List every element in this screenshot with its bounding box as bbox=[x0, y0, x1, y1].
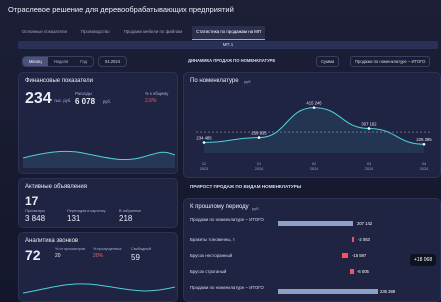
growth-period-label: К прошлому периоду bbox=[190, 204, 249, 210]
tab-main-indicators[interactable]: Основные показатели bbox=[18, 26, 71, 40]
calls-sparkline bbox=[23, 283, 175, 294]
x-tick-label: 2024 bbox=[365, 167, 373, 171]
data-point bbox=[257, 136, 261, 139]
tab-bar: Основные показатели Производство Продажи… bbox=[18, 26, 441, 40]
calls-title: Аналитика звонков bbox=[25, 238, 79, 244]
free-label: Свободный bbox=[131, 247, 152, 251]
growth-badge: +18 068 bbox=[410, 254, 436, 266]
expenses-label: Расходы bbox=[75, 91, 92, 96]
financial-card: Финансовые показатели 234 тыс. руб. Расх… bbox=[18, 72, 178, 174]
data-label: 259 935 bbox=[251, 131, 267, 136]
x-tick-label: 2024 bbox=[420, 167, 428, 171]
date-picker[interactable]: 04.2024 bbox=[97, 55, 128, 67]
series-area bbox=[204, 107, 424, 153]
data-point bbox=[312, 106, 316, 109]
chart-title: По номенклатуре bbox=[190, 78, 239, 84]
views-label: Просмотры bbox=[25, 209, 46, 213]
views-value: 3 848 bbox=[25, 214, 46, 223]
period-selector: Месяц Неделя Год bbox=[22, 55, 94, 67]
data-label: 225 395 bbox=[416, 137, 432, 142]
period-week[interactable]: Неделя bbox=[48, 57, 75, 66]
data-point bbox=[202, 141, 206, 144]
missed-pct-label: % пропущенных bbox=[93, 247, 122, 251]
growth-bar bbox=[342, 253, 348, 258]
nomenclature-line-chart: 234 485122023259 935012024415 2460220243… bbox=[196, 101, 432, 171]
metric-select[interactable]: Сумма bbox=[316, 56, 340, 67]
x-tick-label: 03 bbox=[367, 162, 371, 166]
data-point bbox=[422, 142, 426, 146]
data-label: 234 485 bbox=[196, 135, 212, 140]
x-tick-label: 12 bbox=[202, 162, 206, 166]
listings-main-value: 17 bbox=[25, 194, 39, 208]
marketplace-bar[interactable]: МП 1 bbox=[18, 41, 438, 49]
financial-main-value: 234 bbox=[25, 90, 52, 107]
app-window: Отраслевое решение для деревообрабатываю… bbox=[0, 0, 441, 302]
views-pct-value: 20 bbox=[55, 253, 61, 259]
period-month[interactable]: Месяц bbox=[23, 56, 48, 66]
x-tick-label: 2024 bbox=[255, 167, 263, 171]
growth-card: К прошлому периоду руб Продажи по номенк… bbox=[183, 198, 441, 302]
tab-production[interactable]: Производство bbox=[77, 26, 114, 40]
app-title: Отраслевое решение для деревообрабатываю… bbox=[8, 5, 234, 14]
x-tick-label: 2023 bbox=[200, 167, 208, 171]
financial-title: Финансовые показатели bbox=[25, 78, 94, 84]
financial-main-unit: тыс. руб. bbox=[54, 98, 72, 103]
x-tick-label: 2024 bbox=[310, 167, 318, 171]
growth-title: ПРИРОСТ ПРОДАЖ ПО ВИДАМ НОМЕНКЛАТУРЫ bbox=[190, 184, 302, 189]
expenses-unit: руб. bbox=[103, 99, 111, 104]
growth-bar bbox=[352, 237, 354, 242]
views-pct-label: % от просмотров bbox=[55, 247, 86, 251]
listings-card: Активные объявления 17 Просмотры 3 848 П… bbox=[18, 178, 178, 228]
free-value: 59 bbox=[131, 253, 140, 262]
data-label: 307 162 bbox=[361, 121, 377, 126]
expenses-value: 6 078 bbox=[75, 97, 96, 106]
clicks-value: 131 bbox=[67, 214, 81, 223]
financial-sparkline bbox=[23, 150, 175, 168]
tab-mp-sales-stats[interactable]: Статистика по продажам на МП bbox=[192, 26, 266, 40]
series-select[interactable]: Продажи по номенклатуре – ИТОГО bbox=[350, 56, 431, 67]
clicks-label: Переходов в карточку bbox=[67, 209, 106, 213]
growth-row-label: Продажи по номенклатуре – ИТОГО bbox=[190, 217, 264, 222]
growth-row-label: Брусок строганый bbox=[190, 269, 227, 274]
growth-bar bbox=[278, 289, 378, 294]
growth-value: 235 389 bbox=[380, 289, 396, 294]
growth-value: -2 063 bbox=[358, 237, 370, 242]
dynamics-header: ДИНАМИКА ПРОДАЖ ПО НОМЕНКЛАТУРЕ bbox=[188, 58, 276, 63]
missed-pct-value: 20% bbox=[93, 253, 104, 259]
favorites-value: 218 bbox=[119, 214, 133, 223]
data-point bbox=[367, 127, 371, 130]
growth-value: -6 005 bbox=[357, 269, 369, 274]
favorites-label: В избранное bbox=[119, 209, 142, 213]
x-tick-label: 01 bbox=[257, 162, 261, 166]
listings-title: Активные объявления bbox=[25, 184, 87, 190]
growth-value: 207 142 bbox=[357, 221, 373, 226]
tab-furniture-sales[interactable]: Продажи мебели по файлам bbox=[120, 26, 187, 40]
growth-row-label: Бракеты тоновенны, т bbox=[190, 237, 235, 242]
share-label: % к общему bbox=[145, 91, 169, 96]
period-year[interactable]: Год bbox=[74, 57, 93, 66]
period-controls: Месяц Неделя Год 04.2024 bbox=[22, 55, 128, 67]
calls-card: Аналитика звонков 72 % от просмотров 20 … bbox=[18, 232, 178, 302]
data-label: 415 246 bbox=[306, 101, 322, 106]
calls-main-value: 72 bbox=[25, 247, 41, 263]
growth-unit: руб bbox=[252, 206, 259, 211]
growth-value: -15 597 bbox=[352, 253, 367, 258]
share-value: 2,6% bbox=[145, 98, 157, 104]
growth-row-label: Продажи по номенклатуре – ИТОГО bbox=[190, 285, 264, 290]
growth-bar bbox=[278, 221, 353, 226]
x-tick-label: 04 bbox=[422, 162, 426, 166]
x-tick-label: 02 bbox=[312, 162, 316, 166]
growth-bar bbox=[350, 269, 354, 274]
growth-row-label: Брусок несторанный bbox=[190, 253, 233, 258]
chart-unit: руб bbox=[244, 79, 251, 84]
nomenclature-chart-card: По номенклатуре руб 234 485 12 2023 259 935… bbox=[183, 72, 441, 178]
